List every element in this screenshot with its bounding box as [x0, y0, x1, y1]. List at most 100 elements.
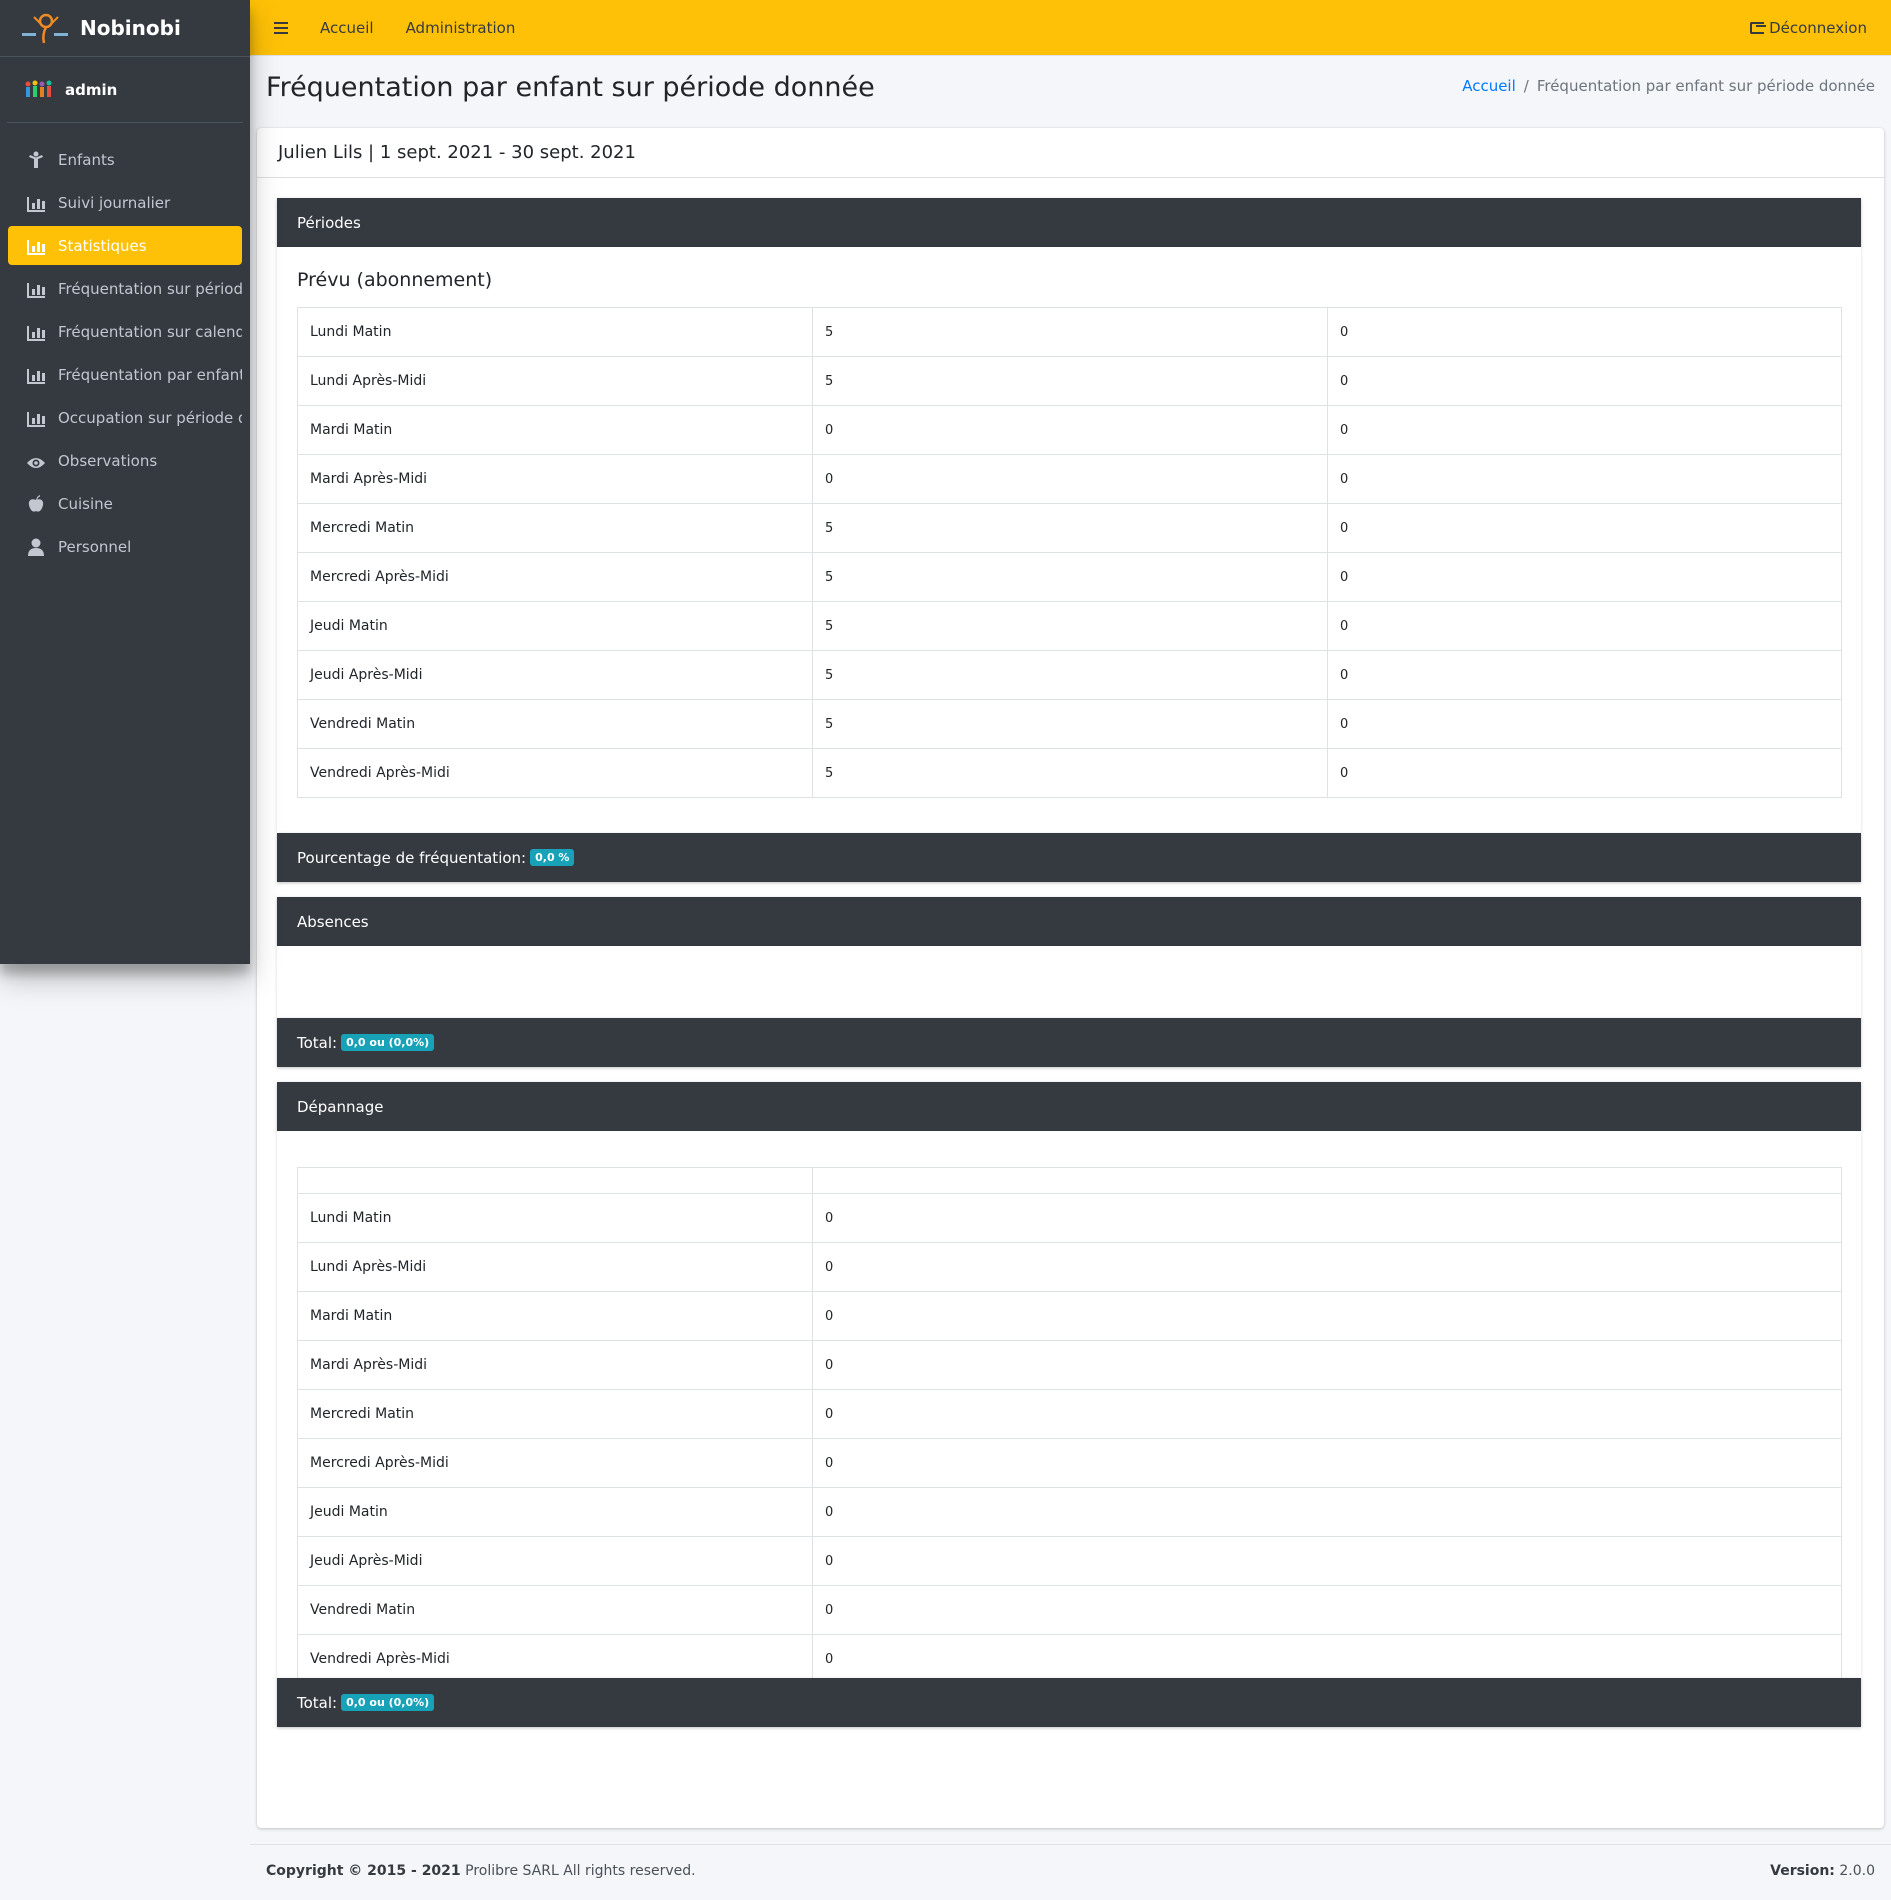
period-label-cell: Vendredi Matin — [297, 1585, 813, 1635]
value-cell: 0 — [1327, 307, 1842, 357]
period-label-cell: Mardi Après-Midi — [297, 454, 813, 504]
value-cell: 0 — [812, 1634, 1842, 1684]
value-cell: 0 — [1327, 454, 1842, 504]
table-row: Mercredi Après-Midi 0 — [297, 1438, 1842, 1488]
table-row: Vendredi Matin 5 0 — [297, 699, 1842, 749]
sidebar-item-label: Suivi journalier — [58, 193, 171, 212]
sidebar-item-label: Fréquentation par enfant su — [58, 365, 242, 384]
bar-chart-icon — [26, 280, 46, 298]
sidebar-item-label: Enfants — [58, 150, 115, 169]
nav-link-accueil[interactable]: Accueil — [320, 19, 374, 37]
sidebar-item-personnel[interactable]: Personnel — [8, 527, 242, 566]
periodes-header: Périodes — [277, 198, 1861, 247]
period-label-cell: Mercredi Après-Midi — [297, 1438, 813, 1488]
table-row: Jeudi Après-Midi 5 0 — [297, 650, 1842, 700]
sidebar-item-observations[interactable]: Observations — [8, 441, 242, 480]
brand-logo-icon — [20, 11, 72, 45]
sidebar-item-label: Fréquentation sur calendrie — [58, 322, 242, 341]
sidebar-item-statistiques[interactable]: Statistiques — [8, 226, 242, 265]
table-row: Mercredi Matin 5 0 — [297, 503, 1842, 553]
value-cell: 0 — [1327, 650, 1842, 700]
sidebar-item-frequentation-calendrier[interactable]: Fréquentation sur calendrie — [8, 312, 242, 351]
card-header: Julien Lils | 1 sept. 2021 - 30 sept. 20… — [257, 128, 1884, 178]
table-row: Mercredi Après-Midi 5 0 — [297, 552, 1842, 602]
logout-button[interactable]: Déconnexion — [1750, 0, 1867, 56]
user-panel[interactable]: admin — [7, 57, 243, 123]
depannage-total-bar: Total: 0,0 ou (0,0%) — [277, 1678, 1861, 1727]
absences-total-bar: Total: 0,0 ou (0,0%) — [277, 1018, 1861, 1067]
sidebar-item-suivi-journalier[interactable]: Suivi journalier — [8, 183, 242, 222]
period-label-cell: Mardi Matin — [297, 405, 813, 455]
period-label-cell: Vendredi Matin — [297, 699, 813, 749]
absences-title: Absences — [297, 912, 369, 931]
user-name: admin — [65, 80, 118, 99]
percentage-bar: Pourcentage de fréquentation: 0,0 % — [277, 833, 1861, 882]
breadcrumb-current: Fréquentation par enfant sur période don… — [1536, 77, 1875, 95]
copyright-bold: Copyright © 2015 - 2021 — [266, 1863, 461, 1879]
value-cell: 0 — [1327, 356, 1842, 406]
depannage-header-row — [297, 1167, 1842, 1194]
period-label-cell: Lundi Matin — [297, 307, 813, 357]
period-label-cell: Mardi Après-Midi — [297, 1340, 813, 1390]
planned-count-cell: 5 — [812, 307, 1328, 357]
periodes-subtitle: Prévu (abonnement) — [297, 269, 493, 291]
table-row: Mardi Matin 0 0 — [297, 405, 1842, 455]
value-cell: 0 — [812, 1487, 1842, 1537]
percentage-label: Pourcentage de fréquentation: — [297, 848, 527, 867]
bar-chart-icon — [26, 366, 46, 384]
sidebar-item-frequentation-periode[interactable]: Fréquentation sur période d — [8, 269, 242, 308]
value-cell: 0 — [812, 1536, 1842, 1586]
nav-link-administration[interactable]: Administration — [406, 19, 516, 37]
table-row: Jeudi Matin 0 — [297, 1487, 1842, 1537]
table-row: Jeudi Matin 5 0 — [297, 601, 1842, 651]
period-label-cell: Jeudi Après-Midi — [297, 1536, 813, 1586]
brand-name: Nobinobi — [80, 16, 181, 40]
sidebar: Nobinobi admin Enfants Suivi journalier … — [0, 0, 250, 964]
absences-total-badge: 0,0 ou (0,0%) — [341, 1034, 435, 1051]
copyright-rest: Prolibre SARL All rights reserved. — [460, 1863, 696, 1879]
brand-link[interactable]: Nobinobi — [0, 0, 250, 57]
sidebar-item-cuisine[interactable]: Cuisine — [8, 484, 242, 523]
version-value: 2.0.0 — [1834, 1863, 1875, 1879]
table-cell — [297, 1167, 813, 1194]
value-cell: 0 — [812, 1291, 1842, 1341]
breadcrumb: Accueil / Fréquentation par enfant sur pér… — [1462, 77, 1875, 95]
absences-total-label: Total: — [297, 1033, 338, 1052]
table-row: Vendredi Après-Midi 5 0 — [297, 748, 1842, 798]
bar-chart-icon — [26, 409, 46, 427]
planned-count-cell: 5 — [812, 748, 1328, 798]
period-label-cell: Jeudi Matin — [297, 1487, 813, 1537]
percentage-badge: 0,0 % — [530, 849, 575, 866]
sidebar-item-occupation-periode[interactable]: Occupation sur période don — [8, 398, 242, 437]
absences-header: Absences — [277, 897, 1861, 946]
value-cell: 0 — [1327, 405, 1842, 455]
value-cell: 0 — [812, 1193, 1842, 1243]
value-cell: 0 — [812, 1438, 1842, 1488]
menu-toggle-icon[interactable] — [274, 21, 288, 34]
value-cell: 0 — [1327, 552, 1842, 602]
breadcrumb-home-link[interactable]: Accueil — [1462, 77, 1516, 95]
periodes-title: Périodes — [297, 213, 361, 232]
value-cell: 0 — [1327, 503, 1842, 553]
table-row: Lundi Matin 5 0 — [297, 307, 1842, 357]
table-row: Vendredi Après-Midi 0 — [297, 1634, 1842, 1684]
footer-version: Version: 2.0.0 — [1770, 1863, 1875, 1879]
footer-copyright: Copyright © 2015 - 2021 Prolibre SARL Al… — [266, 1863, 696, 1879]
bar-chart-icon — [26, 194, 46, 212]
depannage-total-badge: 0,0 ou (0,0%) — [341, 1694, 435, 1711]
child-icon — [26, 151, 46, 169]
period-label-cell: Jeudi Matin — [297, 601, 813, 651]
absences-body — [277, 946, 1861, 1019]
table-row: Mardi Après-Midi 0 0 — [297, 454, 1842, 504]
sidebar-item-enfants[interactable]: Enfants — [8, 140, 242, 179]
table-row: Mercredi Matin 0 — [297, 1389, 1842, 1439]
table-row: Mardi Après-Midi 0 — [297, 1340, 1842, 1390]
table-cell — [812, 1167, 1842, 1194]
value-cell: 0 — [812, 1242, 1842, 1292]
sidebar-item-label: Statistiques — [58, 236, 147, 255]
sidebar-item-label: Observations — [58, 451, 158, 470]
sidebar-item-frequentation-enfant[interactable]: Fréquentation par enfant su — [8, 355, 242, 394]
period-label-cell: Lundi Matin — [297, 1193, 813, 1243]
value-cell: 0 — [1327, 601, 1842, 651]
table-row: Jeudi Après-Midi 0 — [297, 1536, 1842, 1586]
